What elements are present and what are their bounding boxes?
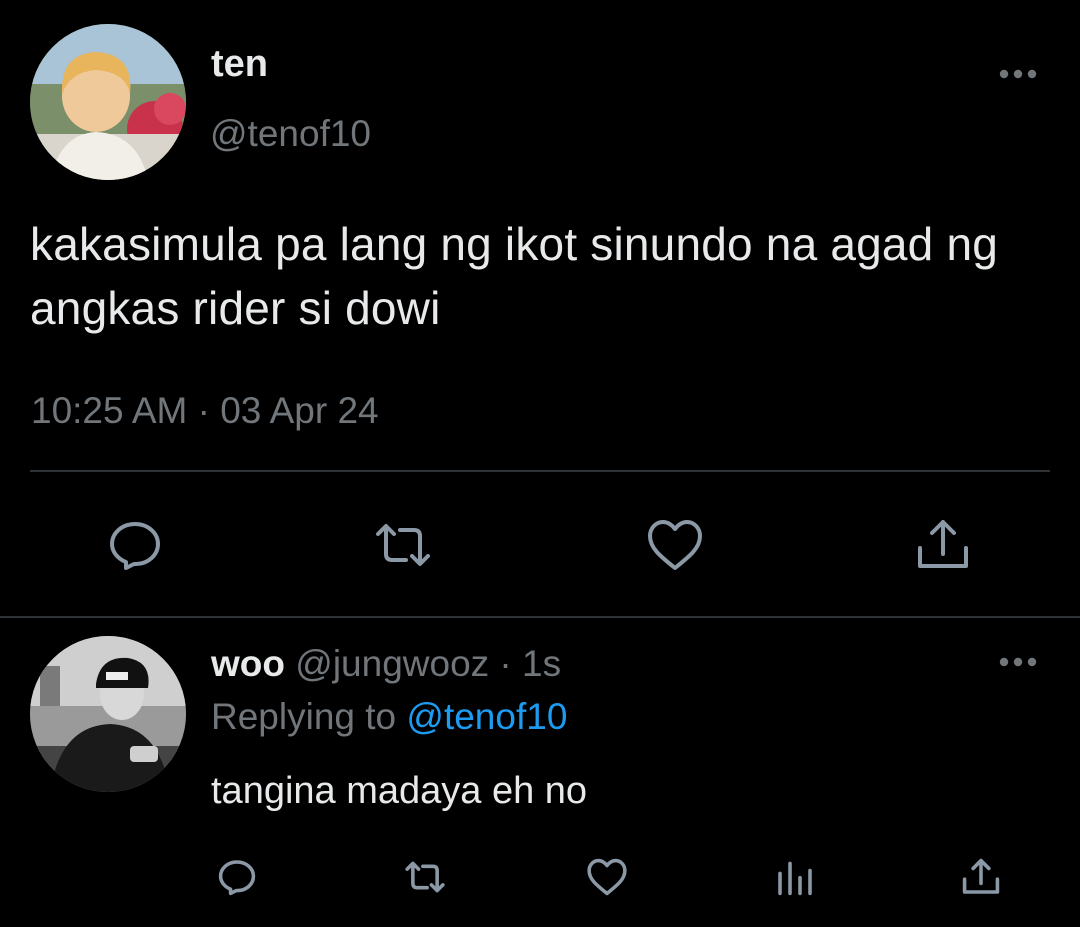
reply-text: tangina madaya eh no (211, 770, 588, 812)
time-separator: · (489, 643, 523, 684)
author-name[interactable]: ten (211, 40, 268, 88)
share-button[interactable] (956, 852, 1006, 902)
mention-link[interactable]: @tenof10 (406, 696, 567, 737)
author-name[interactable]: woo (211, 643, 285, 684)
divider (0, 616, 1080, 618)
retweet-button[interactable] (400, 852, 450, 902)
views-icon (778, 861, 812, 896)
retweet-icon (376, 524, 430, 566)
share-icon (962, 858, 1000, 894)
avatar-woo[interactable] (30, 636, 186, 792)
like-icon (587, 858, 627, 896)
like-button[interactable] (582, 852, 632, 902)
tweet-timestamp[interactable]: 10:25 AM · 03 Apr 24 (31, 386, 379, 436)
views-button[interactable] (770, 852, 820, 902)
retweet-icon (405, 861, 445, 893)
avatar-photo-icon (30, 24, 186, 180)
reply-button[interactable] (100, 510, 170, 580)
retweet-button[interactable] (368, 510, 438, 580)
reply-icon (218, 860, 256, 896)
replying-prefix: Replying to (211, 696, 407, 737)
reply-icon (110, 522, 160, 570)
replying-to: Replying to @tenof10 (211, 693, 567, 741)
tweet-text: kakasimula pa lang ng ikot sinundo na ag… (30, 218, 999, 334)
author-handle[interactable]: @jungwooz (295, 643, 489, 684)
divider (30, 470, 1050, 472)
reply-header: woo @jungwooz · 1s (211, 640, 561, 688)
relative-time[interactable]: 1s (522, 643, 561, 684)
ellipsis-icon (999, 657, 1037, 667)
share-button[interactable] (908, 510, 978, 580)
avatar-ten[interactable] (30, 24, 186, 180)
reply-button[interactable] (212, 852, 262, 902)
share-icon (918, 520, 968, 568)
avatar-photo-icon (30, 636, 186, 792)
author-handle[interactable]: @tenof10 (210, 110, 371, 158)
like-button[interactable] (640, 510, 710, 580)
ellipsis-icon (999, 69, 1037, 79)
more-options-button[interactable] (996, 650, 1040, 674)
like-icon (648, 520, 702, 570)
more-options-button[interactable] (996, 62, 1040, 86)
